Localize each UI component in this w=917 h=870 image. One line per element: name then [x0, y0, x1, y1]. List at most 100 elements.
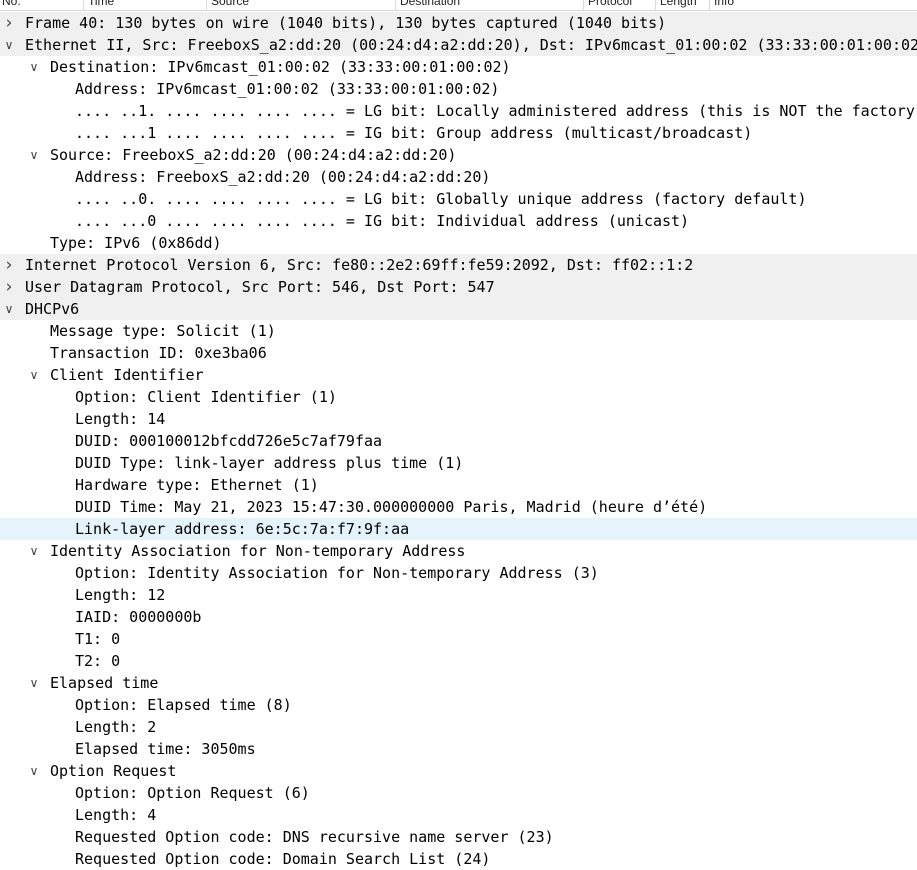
column-header-length[interactable]: Length [660, 0, 697, 8]
tree-row-text: Ethernet II, Src: FreeboxS_a2:dd:20 (00:… [25, 36, 917, 54]
tree-row[interactable]: Length: 2 [0, 716, 917, 738]
chevron-down-icon[interactable]: ∨ [2, 34, 16, 56]
tree-row-text: Option: Option Request (6) [75, 784, 310, 802]
column-header-source[interactable]: Source [211, 0, 249, 8]
tree-row[interactable]: › Internet Protocol Version 6, Src: fe80:… [0, 254, 917, 276]
tree-row[interactable]: Option: Identity Association for Non-tem… [0, 562, 917, 584]
chevron-down-icon[interactable]: ∨ [27, 364, 41, 386]
chevron-right-icon[interactable]: › [2, 276, 16, 298]
tree-row-text: .... ...0 .... .... .... .... = IG bit: … [75, 212, 690, 230]
tree-row-text: Client Identifier [50, 366, 204, 384]
tree-row[interactable]: Address: FreeboxS_a2:dd:20 (00:24:d4:a2:… [0, 166, 917, 188]
tree-row[interactable]: Address: IPv6mcast_01:00:02 (33:33:00:01… [0, 78, 917, 100]
tree-row[interactable]: › User Datagram Protocol, Src Port: 546, … [0, 276, 917, 298]
tree-row-text: .... ..1. .... .... .... .... = LG bit: … [75, 102, 917, 120]
tree-row[interactable]: Requested Option code: DNS recursive nam… [0, 826, 917, 848]
tree-row-text: User Datagram Protocol, Src Port: 546, D… [25, 278, 495, 296]
tree-row-text: Message type: Solicit (1) [50, 322, 276, 340]
chevron-down-icon[interactable]: ∨ [27, 672, 41, 694]
tree-row-text: Address: FreeboxS_a2:dd:20 (00:24:d4:a2:… [75, 168, 491, 186]
tree-row-text: Frame 40: 130 bytes on wire (1040 bits),… [25, 14, 667, 32]
tree-row[interactable]: Length: 14 [0, 408, 917, 430]
tree-row[interactable]: Length: 4 [0, 804, 917, 826]
tree-row-text: Length: 12 [75, 586, 166, 604]
tree-row[interactable]: ∨ DHCPv6 [0, 298, 917, 320]
tree-row-text: Length: 4 [75, 806, 157, 824]
tree-row-text: Elapsed time [50, 674, 159, 692]
tree-row[interactable]: ∨ Source: FreeboxS_a2:dd:20 (00:24:d4:a2:… [0, 144, 917, 166]
tree-row-text: Link-layer address: 6e:5c:7a:f7:9f:aa [75, 520, 410, 538]
column-header-no[interactable]: No. [2, 0, 21, 8]
tree-row-text: Transaction ID: 0xe3ba06 [50, 344, 267, 362]
tree-row-text: Length: 2 [75, 718, 157, 736]
tree-row[interactable]: Link-layer address: 6e:5c:7a:f7:9f:aa [0, 518, 917, 540]
tree-row-text: Requested Option code: DNS recursive nam… [75, 828, 554, 846]
chevron-right-icon[interactable]: › [2, 254, 16, 276]
column-separator[interactable] [83, 0, 84, 10]
chevron-right-icon[interactable]: › [2, 12, 16, 34]
tree-row[interactable]: ∨ Option Request [0, 760, 917, 782]
tree-row-text: Length: 14 [75, 410, 166, 428]
tree-row[interactable]: Transaction ID: 0xe3ba06 [0, 342, 917, 364]
tree-row-text: Type: IPv6 (0x86dd) [50, 234, 222, 252]
tree-row[interactable]: DUID Type: link-layer address plus time … [0, 452, 917, 474]
tree-row[interactable]: .... ...1 .... .... .... .... = IG bit: … [0, 122, 917, 144]
tree-row[interactable]: Hardware type: Ethernet (1) [0, 474, 917, 496]
tree-row[interactable]: Option: Client Identifier (1) [0, 386, 917, 408]
tree-row[interactable]: ∨ Ethernet II, Src: FreeboxS_a2:dd:20 (00… [0, 34, 917, 56]
tree-row[interactable]: IAID: 0000000b [0, 606, 917, 628]
tree-row[interactable]: ∨ Identity Association for Non-temporary … [0, 540, 917, 562]
column-separator[interactable] [583, 0, 584, 10]
tree-row-text: Source: FreeboxS_a2:dd:20 (00:24:d4:a2:d… [50, 146, 457, 164]
chevron-down-icon[interactable]: ∨ [27, 56, 41, 78]
tree-row[interactable]: .... ..1. .... .... .... .... = LG bit: … [0, 100, 917, 122]
column-header-destination[interactable]: Destination [400, 0, 460, 8]
column-header-info[interactable]: Info [714, 0, 734, 8]
tree-row-text: T2: 0 [75, 652, 121, 670]
tree-row-text: Option: Elapsed time (8) [75, 696, 292, 714]
tree-row-text: Hardware type: Ethernet (1) [75, 476, 319, 494]
packet-details-tree: › Frame 40: 130 bytes on wire (1040 bits)… [0, 12, 917, 870]
tree-row-text: Identity Association for Non-temporary A… [50, 542, 466, 560]
tree-row[interactable]: ∨ Elapsed time [0, 672, 917, 694]
tree-row[interactable]: Requested Option code: Domain Search Lis… [0, 848, 917, 870]
tree-row-text: Requested Option code: Domain Search Lis… [75, 850, 491, 868]
tree-row-text: T1: 0 [75, 630, 121, 648]
tree-row[interactable]: Elapsed time: 3050ms [0, 738, 917, 760]
tree-row[interactable]: Length: 12 [0, 584, 917, 606]
tree-row[interactable]: Type: IPv6 (0x86dd) [0, 232, 917, 254]
column-header-protocol[interactable]: Protocol [588, 0, 632, 8]
tree-row[interactable]: DUID: 000100012bfcdd726e5c7af79faa [0, 430, 917, 452]
tree-row[interactable]: .... ...0 .... .... .... .... = IG bit: … [0, 210, 917, 232]
tree-row-text: .... ..0. .... .... .... .... = LG bit: … [75, 190, 807, 208]
column-separator[interactable] [395, 0, 396, 10]
chevron-down-icon[interactable]: ∨ [27, 144, 41, 166]
chevron-down-icon[interactable]: ∨ [2, 298, 16, 320]
tree-row-text: DUID Type: link-layer address plus time … [75, 454, 464, 472]
tree-row-text: Elapsed time: 3050ms [75, 740, 256, 758]
tree-row[interactable]: Option: Option Request (6) [0, 782, 917, 804]
tree-row-text: Option Request [50, 762, 177, 780]
tree-row[interactable]: › Frame 40: 130 bytes on wire (1040 bits)… [0, 12, 917, 34]
tree-row-text: Internet Protocol Version 6, Src: fe80::… [25, 256, 694, 274]
tree-row[interactable]: Option: Elapsed time (8) [0, 694, 917, 716]
tree-row[interactable]: ∨ Client Identifier [0, 364, 917, 386]
tree-row[interactable]: DUID Time: May 21, 2023 15:47:30.0000000… [0, 496, 917, 518]
tree-row-text: Option: Client Identifier (1) [75, 388, 337, 406]
packet-list-column-header[interactable]: No. Time Source Destination Protocol Length In… [0, 0, 917, 11]
tree-row[interactable]: T1: 0 [0, 628, 917, 650]
column-header-time[interactable]: Time [88, 0, 114, 8]
column-separator[interactable] [709, 0, 710, 10]
tree-row-text: IAID: 0000000b [75, 608, 202, 626]
chevron-down-icon[interactable]: ∨ [27, 540, 41, 562]
tree-row-text: Destination: IPv6mcast_01:00:02 (33:33:0… [50, 58, 511, 76]
tree-row[interactable]: Message type: Solicit (1) [0, 320, 917, 342]
chevron-down-icon[interactable]: ∨ [27, 760, 41, 782]
tree-row[interactable]: ∨ Destination: IPv6mcast_01:00:02 (33:33:… [0, 56, 917, 78]
column-separator[interactable] [206, 0, 207, 10]
tree-row[interactable]: .... ..0. .... .... .... .... = LG bit: … [0, 188, 917, 210]
column-separator[interactable] [655, 0, 656, 10]
tree-row-text: Option: Identity Association for Non-tem… [75, 564, 599, 582]
tree-row-text: .... ...1 .... .... .... .... = IG bit: … [75, 124, 753, 142]
tree-row[interactable]: T2: 0 [0, 650, 917, 672]
